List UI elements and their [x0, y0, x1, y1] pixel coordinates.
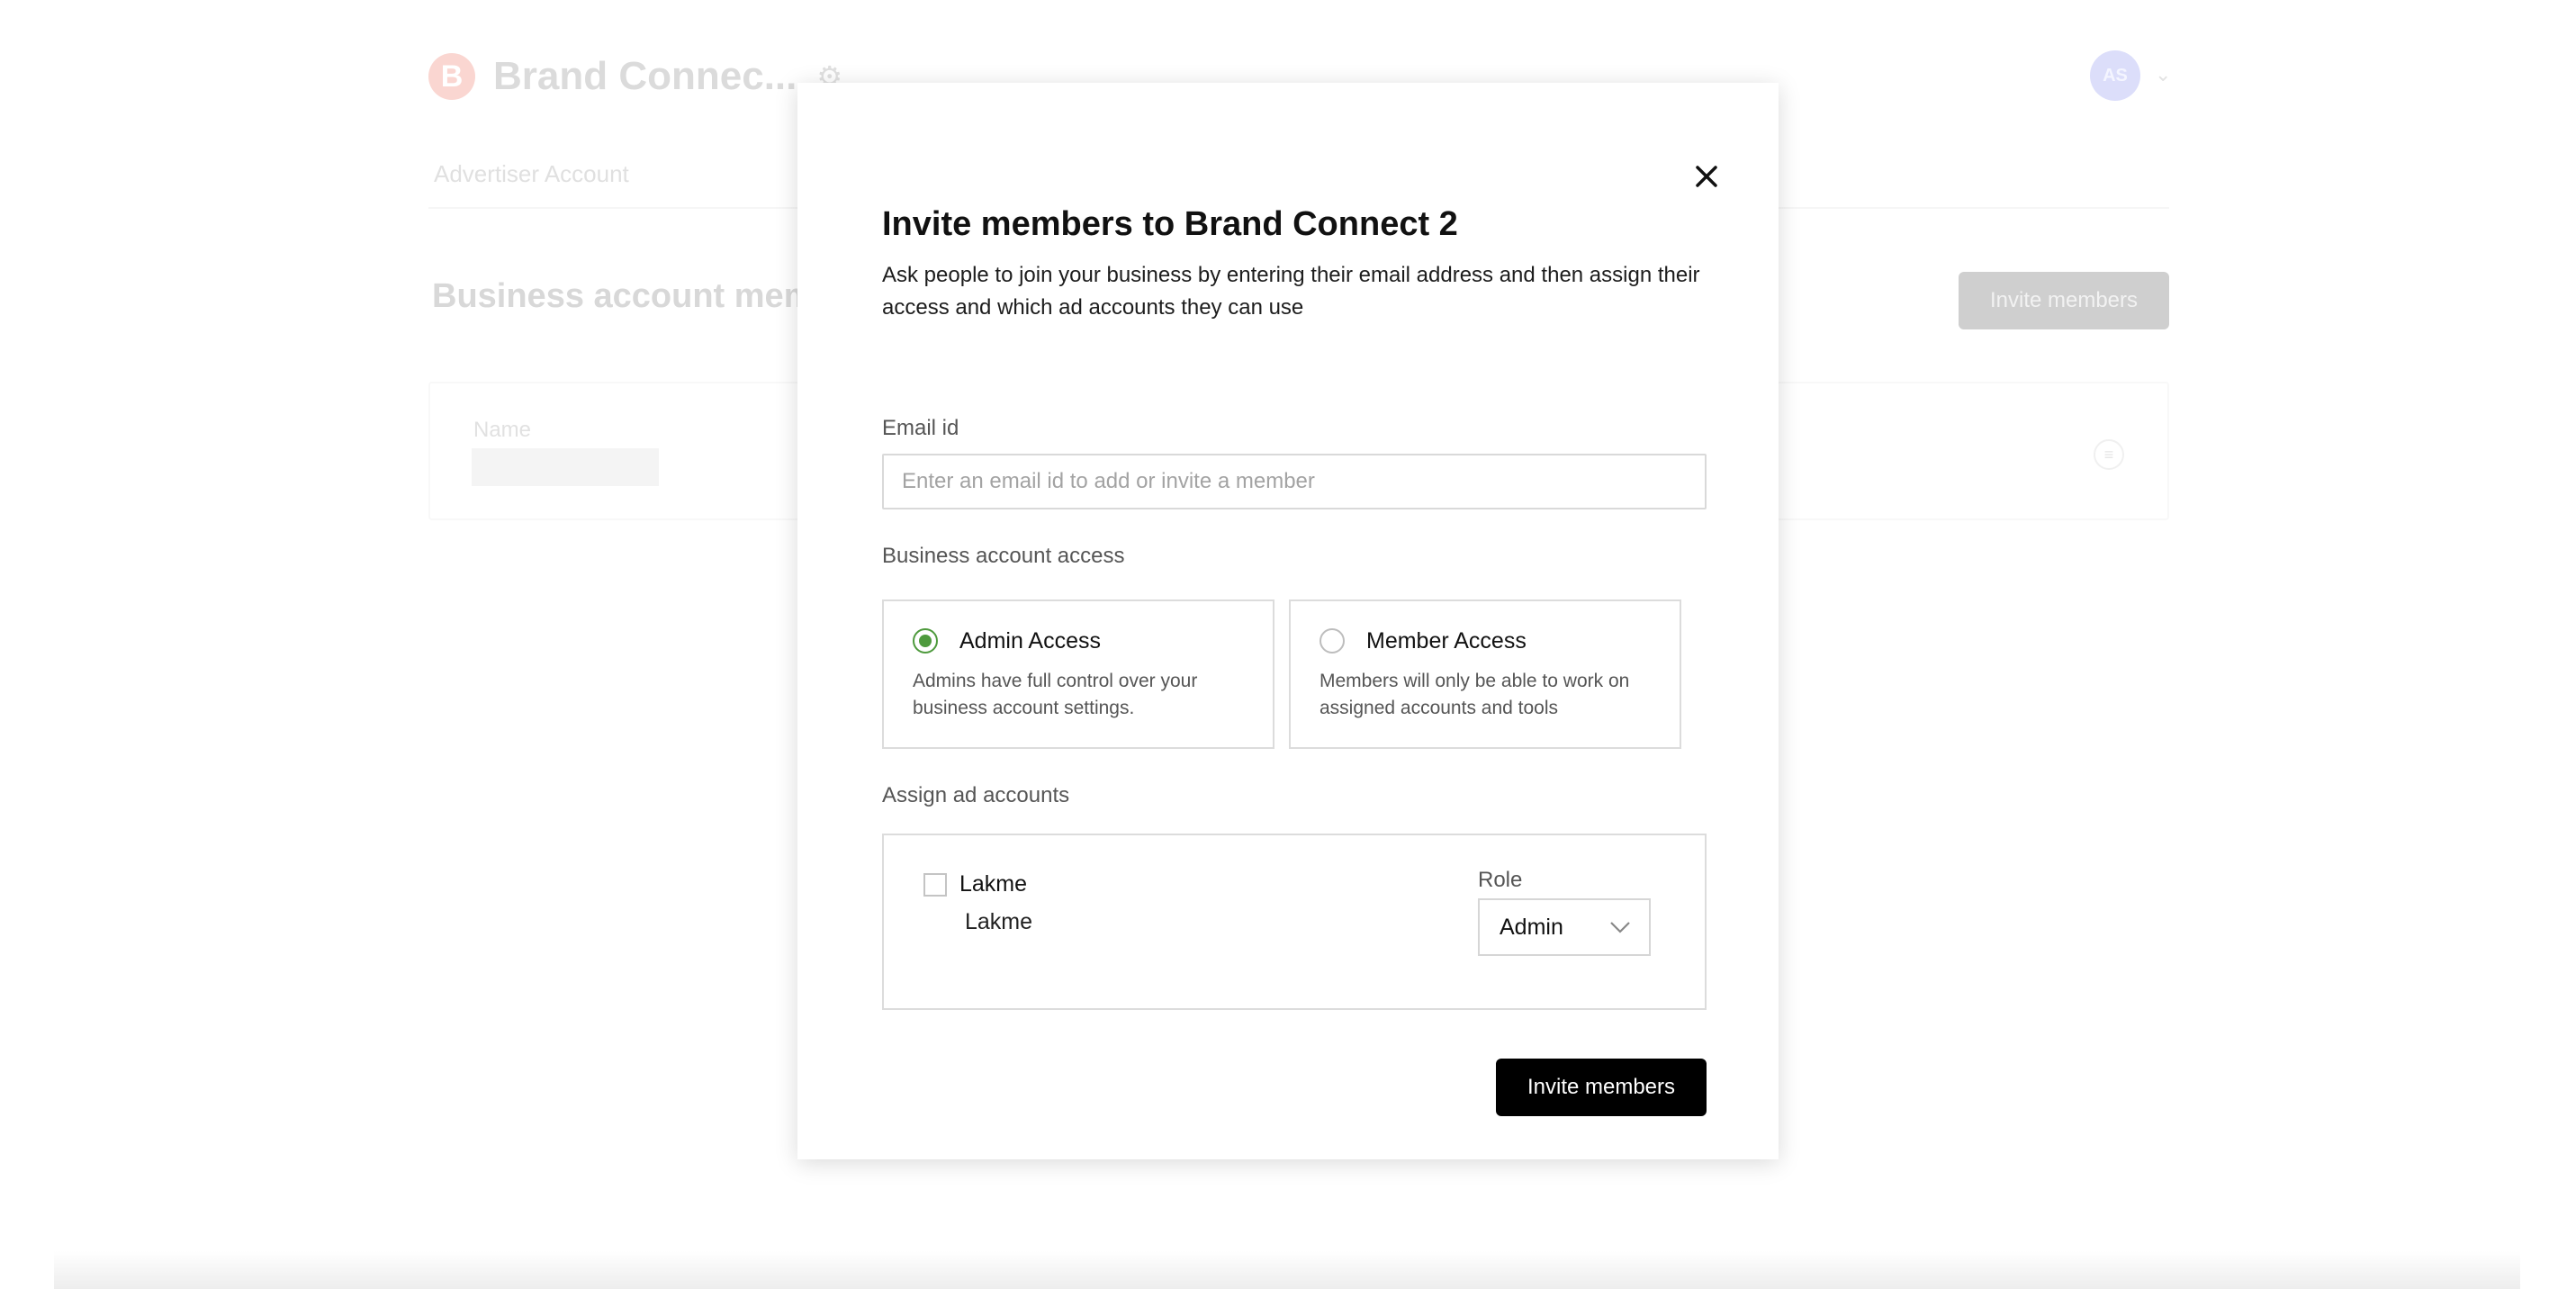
role-value: Admin	[1500, 915, 1563, 940]
email-input[interactable]	[882, 454, 1707, 509]
assign-ad-accounts-label: Assign ad accounts	[882, 783, 1070, 807]
admin-access-radio[interactable]	[913, 628, 938, 654]
ad-account-checkbox[interactable]	[923, 873, 947, 897]
member-access-description: Members will only be able to work on ass…	[1320, 671, 1630, 718]
member-access-radio[interactable]	[1320, 628, 1345, 654]
ad-account-subtitle: Lakme	[965, 909, 1033, 934]
ad-account-name: Lakme	[959, 871, 1028, 897]
ad-accounts-list: Lakme Lakme Role Admin	[882, 834, 1707, 1010]
email-label: Email id	[882, 416, 959, 440]
access-label: Business account access	[882, 544, 1125, 568]
member-access-title: Member Access	[1366, 628, 1527, 654]
admin-access-description: Admins have full control over your busin…	[913, 671, 1198, 718]
role-label: Role	[1478, 868, 1523, 892]
close-button[interactable]	[1685, 155, 1728, 198]
close-icon	[1696, 166, 1717, 187]
role-select[interactable]: Admin	[1478, 898, 1651, 956]
chevron-down-icon	[1610, 922, 1630, 933]
member-access-option[interactable]: Member Access Members will only be able …	[1289, 599, 1681, 749]
modal-description: Ask people to join your business by ente…	[882, 263, 1700, 320]
invite-members-modal: Invite members to Brand Connect 2 Ask pe…	[797, 83, 1779, 1159]
admin-access-option[interactable]: Admin Access Admins have full control ov…	[882, 599, 1274, 749]
modal-title: Invite members to Brand Connect 2	[882, 205, 1458, 243]
admin-access-title: Admin Access	[959, 628, 1102, 654]
invite-members-button[interactable]: Invite members	[1496, 1059, 1707, 1116]
